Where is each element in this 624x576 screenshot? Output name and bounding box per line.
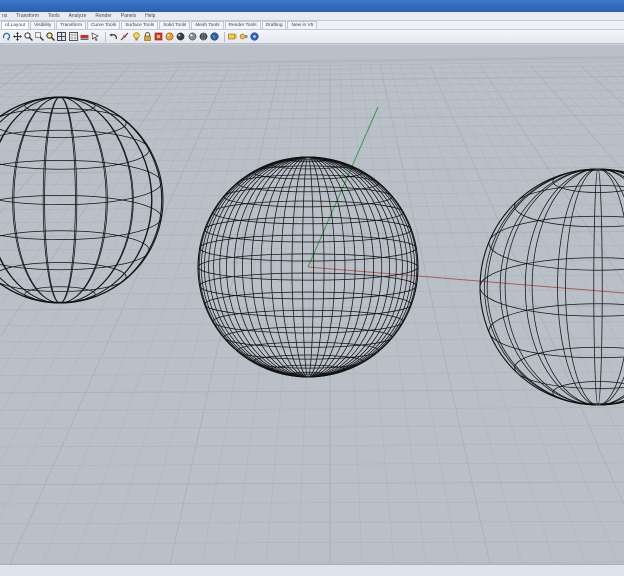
- toolbar-tabs: rd Layout Visibility Transform Curve Too…: [0, 21, 624, 30]
- lightbulb-icon[interactable]: [131, 32, 141, 42]
- tab-curve-tools[interactable]: Curve Tools: [86, 21, 121, 29]
- ghosted-icon[interactable]: [187, 32, 197, 42]
- menu-item-tools[interactable]: Tools: [48, 12, 60, 21]
- menu-item-render[interactable]: Render: [95, 12, 111, 21]
- lock-icon[interactable]: [142, 32, 152, 42]
- zoom-selected-icon[interactable]: [46, 32, 56, 42]
- menu-item-analyze[interactable]: Analyze: [69, 12, 87, 21]
- window-title-bar: [0, 0, 624, 12]
- menu-item[interactable]: ns: [2, 12, 7, 21]
- viewport-background: [0, 45, 624, 564]
- main-toolbar: [0, 30, 624, 44]
- shade-icon[interactable]: [153, 32, 163, 42]
- layer-icon[interactable]: [79, 32, 89, 42]
- four-viewports-icon[interactable]: [57, 32, 67, 42]
- tab-render-tools[interactable]: Render Tools: [224, 21, 261, 29]
- zoom-extents-icon[interactable]: [23, 32, 33, 42]
- tab-mesh-tools[interactable]: Mesh Tools: [191, 21, 224, 29]
- rendered-sphere-icon[interactable]: [176, 32, 186, 42]
- render-icon[interactable]: [165, 32, 175, 42]
- select-arrow-icon[interactable]: [91, 32, 101, 42]
- undo-icon[interactable]: [109, 32, 119, 42]
- help-icon[interactable]: [250, 32, 260, 42]
- menu-bar: ns Transform Tools Analyze Render Panels…: [0, 12, 624, 21]
- menu-item-transform[interactable]: Transform: [16, 12, 39, 21]
- menu-item-help[interactable]: Help: [145, 12, 155, 21]
- pan-icon[interactable]: [12, 32, 22, 42]
- rotate-icon[interactable]: [1, 32, 11, 42]
- grid-icon[interactable]: [68, 32, 78, 42]
- status-bar: [0, 564, 624, 576]
- toolbar-separator: [223, 31, 225, 42]
- tab-solid-tools[interactable]: Solid Tools: [159, 21, 191, 29]
- zoom-window-icon[interactable]: [35, 32, 45, 42]
- tab-standard-layout[interactable]: rd Layout: [1, 21, 30, 29]
- tab-drafting[interactable]: Drafting: [261, 21, 287, 29]
- tab-visibility[interactable]: Visibility: [30, 21, 56, 29]
- lights-icon[interactable]: [239, 32, 249, 42]
- materials-icon[interactable]: [228, 32, 238, 42]
- xray-icon[interactable]: [198, 32, 208, 42]
- snap-icon[interactable]: [120, 32, 130, 42]
- perspective-viewport[interactable]: [0, 45, 624, 564]
- tab-surface-tools[interactable]: Surface Tools: [121, 21, 159, 29]
- toolbar-separator: [104, 31, 106, 42]
- tab-transform[interactable]: Transform: [56, 21, 86, 29]
- tab-new-in-v5[interactable]: New in V5: [287, 21, 318, 29]
- globe-icon[interactable]: [209, 32, 219, 42]
- menu-item-panels[interactable]: Panels: [121, 12, 136, 21]
